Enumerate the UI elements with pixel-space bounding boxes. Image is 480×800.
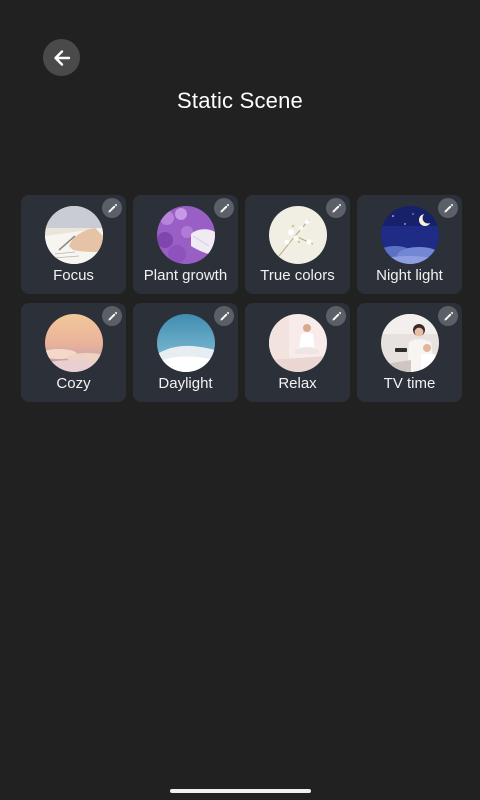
scene-label: True colors: [260, 267, 335, 284]
scene-card-daylight[interactable]: Daylight: [133, 303, 238, 402]
pencil-icon: [107, 311, 117, 321]
lavender-field-image: [156, 206, 215, 264]
edit-button[interactable]: [438, 306, 458, 326]
meditation-image: [268, 314, 327, 372]
pencil-icon: [219, 203, 229, 213]
arrow-left-icon: [53, 49, 70, 66]
pencil-icon: [331, 203, 341, 213]
home-indicator[interactable]: [170, 789, 311, 793]
white-blossoms-image: [268, 206, 327, 264]
scene-label: TV time: [383, 375, 436, 392]
back-button[interactable]: [43, 39, 80, 76]
scene-card-tv-time[interactable]: TV time: [357, 303, 462, 402]
scene-card-relax[interactable]: Relax: [245, 303, 350, 402]
edit-button[interactable]: [326, 198, 346, 218]
writing-hand-image: [44, 206, 103, 264]
scene-label: Plant growth: [143, 267, 228, 284]
scene-label: Night light: [376, 267, 443, 284]
sunset-clouds-image: [44, 314, 103, 372]
edit-button[interactable]: [102, 306, 122, 326]
sky-sand-dune-image: [156, 314, 215, 372]
pencil-icon: [107, 203, 117, 213]
scene-grid: Focus Plant growth True colors Night lig…: [21, 195, 462, 402]
edit-button[interactable]: [214, 306, 234, 326]
edit-button[interactable]: [438, 198, 458, 218]
scene-label: Relax: [278, 375, 317, 392]
scene-card-night-light[interactable]: Night light: [357, 195, 462, 294]
edit-button[interactable]: [102, 198, 122, 218]
scene-label: Focus: [53, 267, 94, 284]
scene-label: Daylight: [158, 375, 213, 392]
pencil-icon: [331, 311, 341, 321]
moon-night-sky-image: [380, 206, 439, 264]
pencil-icon: [443, 311, 453, 321]
scene-card-focus[interactable]: Focus: [21, 195, 126, 294]
scene-card-true-colors[interactable]: True colors: [245, 195, 350, 294]
pencil-icon: [219, 311, 229, 321]
page-title: Static Scene: [177, 88, 303, 113]
edit-button[interactable]: [214, 198, 234, 218]
scene-label: Cozy: [56, 375, 91, 392]
family-watching-tv-image: [380, 314, 439, 372]
scene-card-plant-growth[interactable]: Plant growth: [133, 195, 238, 294]
pencil-icon: [443, 203, 453, 213]
scene-card-cozy[interactable]: Cozy: [21, 303, 126, 402]
edit-button[interactable]: [326, 306, 346, 326]
